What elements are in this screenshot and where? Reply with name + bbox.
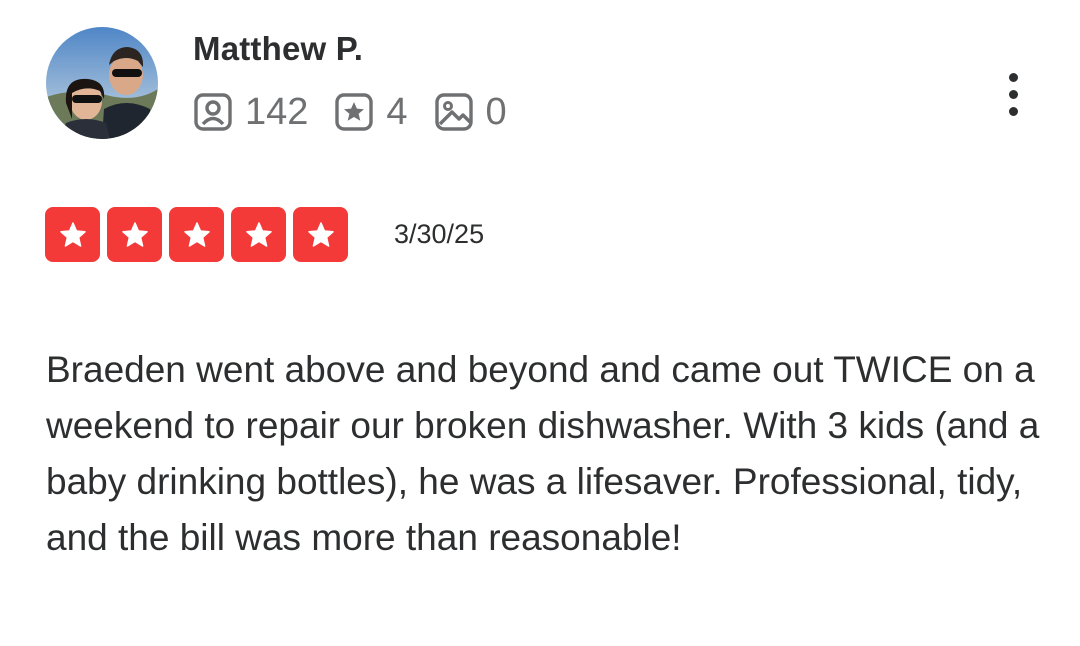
avatar[interactable] — [46, 27, 158, 139]
user-name[interactable]: Matthew P. — [193, 30, 363, 68]
reviews-stat: 4 — [334, 91, 408, 133]
review-text: Braeden went above and beyond and came o… — [46, 349, 1040, 558]
photos-count: 0 — [485, 91, 507, 133]
star-icon — [59, 221, 86, 247]
friends-count: 142 — [245, 91, 309, 133]
review-card: Matthew P. 142 4 0 3/30/25 Braeden went … — [0, 0, 1080, 646]
friends-stat: 142 — [193, 92, 308, 132]
star-icon — [307, 221, 334, 247]
rating-star-2 — [107, 207, 162, 262]
star-icon — [183, 221, 210, 247]
friends-icon — [193, 92, 233, 132]
photos-stat: 0 — [434, 92, 507, 132]
more-options-icon — [1008, 72, 1018, 82]
rating-star-1 — [45, 207, 100, 262]
user-stats: 142 4 0 — [193, 90, 533, 134]
rating-star-3 — [169, 207, 224, 262]
more-options-button[interactable] — [992, 68, 1034, 120]
reviews-star-icon — [334, 92, 374, 132]
star-rating — [45, 207, 355, 262]
star-icon — [121, 221, 148, 247]
star-icon — [245, 221, 272, 247]
rating-star-5 — [293, 207, 348, 262]
more-options-icon-dot — [1008, 106, 1018, 116]
more-options-icon-dot — [1008, 89, 1018, 99]
reviews-count: 4 — [386, 91, 408, 133]
rating-star-4 — [231, 207, 286, 262]
photo-icon — [434, 92, 474, 132]
review-date: 3/30/25 — [394, 219, 485, 249]
